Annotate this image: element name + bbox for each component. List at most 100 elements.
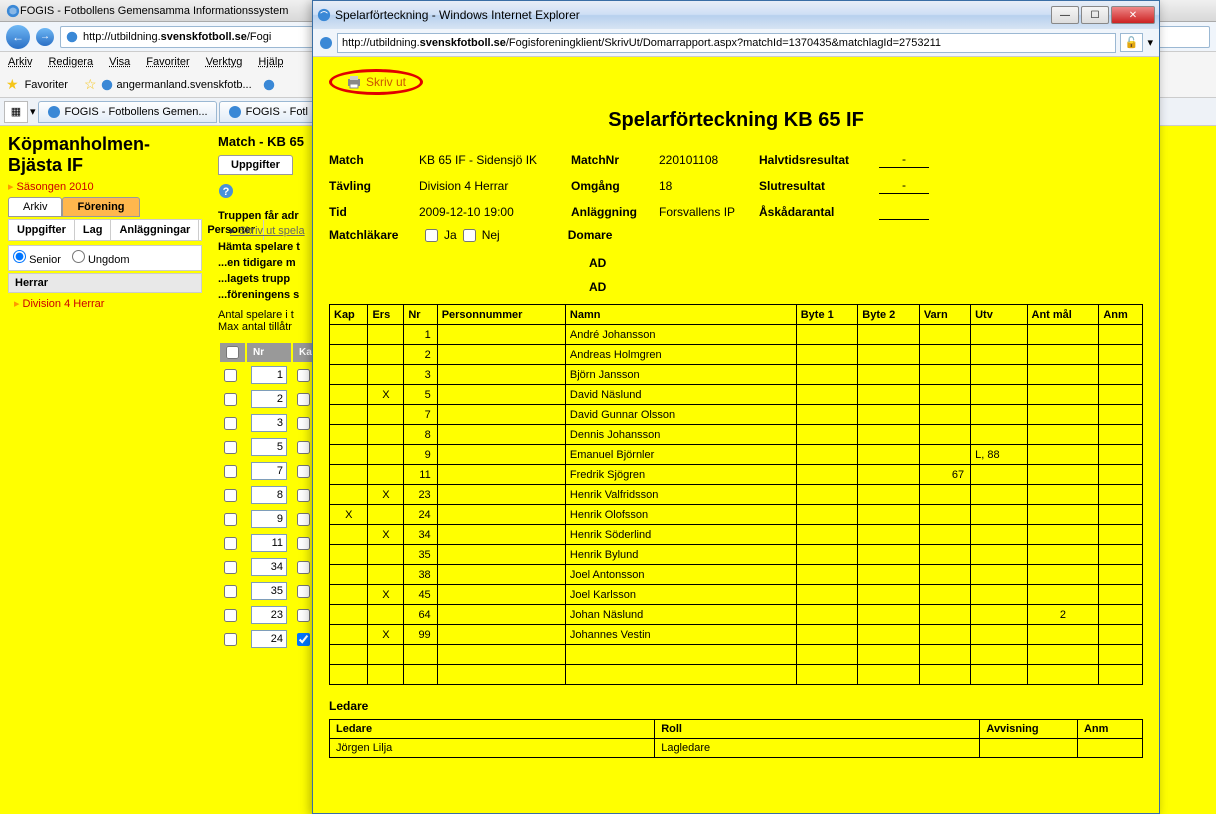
close-button[interactable]: ✕ (1111, 6, 1155, 24)
nr-input[interactable] (251, 582, 287, 600)
subtab-uppgifter[interactable]: Uppgifter (9, 220, 75, 240)
th-anm: Anm (1099, 305, 1143, 325)
row-checkbox[interactable] (224, 465, 237, 478)
kap-checkbox[interactable] (297, 561, 310, 574)
kap-checkbox[interactable] (297, 513, 310, 526)
table-row: 7David Gunnar Olsson (330, 405, 1143, 425)
row-checkbox[interactable] (224, 489, 237, 502)
uppgifter-tab[interactable]: Uppgifter (218, 155, 293, 175)
lbl-omgang: Omgång (571, 179, 659, 193)
row-checkbox[interactable] (224, 585, 237, 598)
row-checkbox[interactable] (224, 513, 237, 526)
row-checkbox[interactable] (224, 609, 237, 622)
row-checkbox[interactable] (224, 393, 237, 406)
lbl-domare: Domare (568, 228, 613, 242)
tab-2[interactable]: FOGIS - Fotl (219, 101, 317, 123)
kap-checkbox[interactable] (297, 441, 310, 454)
nr-input[interactable] (251, 438, 287, 456)
cb-nej[interactable] (463, 229, 476, 242)
table-row (330, 645, 1143, 665)
subtab-anlaggningar[interactable]: Anläggningar (111, 220, 199, 240)
maximize-button[interactable]: ☐ (1081, 6, 1109, 24)
security-icon[interactable]: 🔓 (1120, 33, 1144, 52)
table-row: 11Fredrik Sjögren67 (330, 465, 1143, 485)
tab-dropdown[interactable]: ▾ (30, 105, 36, 118)
popup-window: Spelarförteckning - Windows Internet Exp… (312, 0, 1160, 814)
kap-checkbox[interactable] (297, 585, 310, 598)
favorites-star-icon[interactable]: ★ (6, 76, 19, 93)
menu-visa[interactable]: Visa (109, 56, 130, 68)
radio-senior[interactable]: Senior (13, 254, 61, 266)
ie-icon (6, 4, 20, 18)
ie-icon[interactable] (262, 78, 276, 92)
menu-redigera[interactable]: Redigera (48, 56, 93, 68)
nr-input[interactable] (251, 414, 287, 432)
row-checkbox[interactable] (224, 537, 237, 550)
table-row: X23Henrik Valfridsson (330, 485, 1143, 505)
th-ledare: Ledare (330, 720, 655, 739)
table-row: 64Johan Näslund2 (330, 605, 1143, 625)
nr-th-chk[interactable] (220, 343, 245, 362)
row-checkbox[interactable] (224, 417, 237, 430)
menu-hjalp[interactable]: Hjälp (258, 56, 283, 68)
fav-link-1[interactable]: ☆ angermanland.svenskfotb... (84, 76, 252, 93)
cb-ja[interactable] (425, 229, 438, 242)
row-checkbox[interactable] (224, 369, 237, 382)
kap-checkbox[interactable] (297, 465, 310, 478)
row-checkbox[interactable] (224, 633, 237, 646)
kap-checkbox[interactable] (297, 369, 310, 382)
lbl-tid: Tid (329, 205, 419, 219)
kap-checkbox[interactable] (297, 633, 310, 646)
list-item (220, 556, 324, 578)
kap-checkbox[interactable] (297, 417, 310, 430)
season-link[interactable]: Säsongen 2010 (8, 180, 202, 193)
th-avv: Avvisning (980, 720, 1078, 739)
lbl-matchnr: MatchNr (571, 153, 659, 167)
back-button[interactable]: ← (6, 25, 30, 49)
table-row: 3Björn Jansson (330, 365, 1143, 385)
nr-input[interactable] (251, 366, 287, 384)
list-item (220, 436, 324, 458)
kap-checkbox[interactable] (297, 537, 310, 550)
nr-input[interactable] (251, 510, 287, 528)
ie-icon (228, 105, 242, 119)
menu-arkiv[interactable]: Arkiv (8, 56, 32, 68)
print-link[interactable]: Skriv ut (329, 69, 423, 95)
nr-input[interactable] (251, 390, 287, 408)
nr-input[interactable] (251, 558, 287, 576)
club-name: Köpmanholmen-Bjästa IF (8, 134, 202, 176)
nr-input[interactable] (251, 462, 287, 480)
sidetab-arkiv[interactable]: Arkiv (8, 197, 62, 217)
val-halvtid: - (879, 152, 929, 168)
table-row: 8Dennis Johansson (330, 425, 1143, 445)
tab-1[interactable]: FOGIS - Fotbollens Gemen... (38, 101, 217, 123)
th-ers: Ers (368, 305, 404, 325)
list-item (220, 604, 324, 626)
nr-input[interactable] (251, 630, 287, 648)
radio-ungdom[interactable]: Ungdom (72, 254, 130, 266)
row-checkbox[interactable] (224, 561, 237, 574)
kap-checkbox[interactable] (297, 609, 310, 622)
nr-input[interactable] (251, 534, 287, 552)
kap-checkbox[interactable] (297, 489, 310, 502)
ie-icon (319, 36, 333, 50)
list-item (220, 532, 324, 554)
forward-button[interactable]: → (36, 28, 54, 46)
quicktabs-button[interactable]: ▦ (4, 101, 28, 123)
menu-verktyg[interactable]: Verktyg (206, 56, 243, 68)
sidetab-forening[interactable]: Förening (62, 197, 139, 217)
popup-url-field[interactable]: http://utbildning.svenskfotboll.se/Fogis… (337, 33, 1116, 53)
lbl-askadare: Åskådarantal (759, 205, 879, 219)
th-namn: Namn (565, 305, 796, 325)
minimize-button[interactable]: — (1051, 6, 1079, 24)
subtab-lag[interactable]: Lag (75, 220, 112, 240)
ie-icon (47, 105, 61, 119)
url-dropdown[interactable]: ▾ (1147, 36, 1153, 49)
division-link[interactable]: Division 4 Herrar (8, 293, 202, 314)
kap-checkbox[interactable] (297, 393, 310, 406)
nr-input[interactable] (251, 486, 287, 504)
row-checkbox[interactable] (224, 441, 237, 454)
lbl-ad1: AD (589, 256, 1143, 270)
menu-favoriter[interactable]: Favoriter (146, 56, 189, 68)
nr-input[interactable] (251, 606, 287, 624)
